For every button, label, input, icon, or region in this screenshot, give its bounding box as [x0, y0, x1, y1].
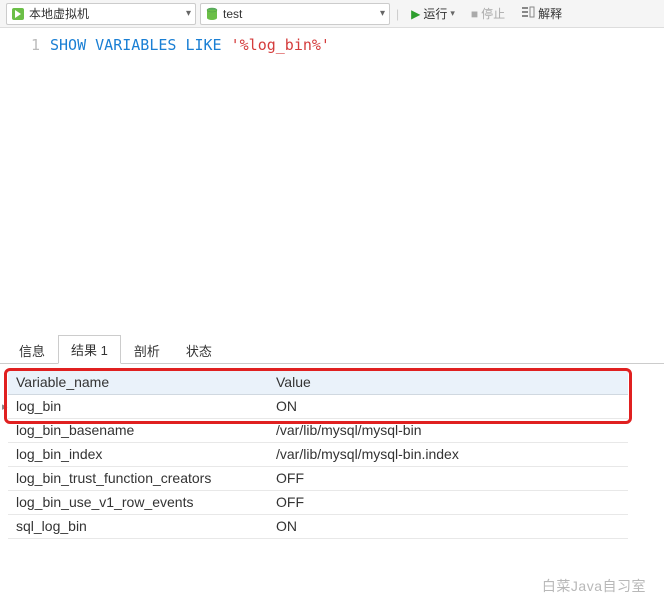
connection-icon — [11, 7, 25, 21]
sql-keyword: SHOW — [50, 36, 86, 54]
sql-string: '%log_bin%' — [231, 36, 330, 54]
table-header-row: Variable_name Value — [8, 370, 628, 394]
explain-icon — [521, 5, 535, 22]
cell-value[interactable]: OFF — [268, 466, 628, 490]
cell-variable-name[interactable]: log_bin_index — [8, 442, 268, 466]
table-row[interactable]: log_bin_index /var/lib/mysql/mysql-bin.i… — [8, 442, 628, 466]
stop-label: 停止 — [481, 5, 505, 22]
explain-label: 解释 — [538, 5, 562, 22]
cell-variable-name[interactable]: log_bin_use_v1_row_events — [8, 490, 268, 514]
code-area[interactable]: SHOW VARIABLES LIKE '%log_bin%' — [50, 28, 664, 338]
cell-variable-name[interactable]: sql_log_bin — [8, 514, 268, 538]
play-icon: ▶ — [411, 7, 420, 21]
database-icon — [205, 7, 219, 21]
table-row[interactable]: log_bin ON — [8, 394, 628, 418]
column-header[interactable]: Value — [268, 370, 628, 394]
toolbar: 本地虚拟机 ▾ test ▾ | ▶ 运行 ▾ ■ 停止 解释 — [0, 0, 664, 28]
results-table[interactable]: Variable_name Value log_bin ON log_bin_b… — [8, 370, 628, 539]
line-gutter: 1 — [0, 28, 50, 338]
chevron-down-icon: ▾ — [186, 8, 191, 19]
row-indicator-icon: ▸ — [2, 400, 8, 413]
cell-variable-name[interactable]: log_bin_basename — [8, 418, 268, 442]
sql-keyword: LIKE — [185, 36, 221, 54]
explain-button[interactable]: 解释 — [515, 3, 568, 25]
cell-variable-name[interactable]: log_bin_trust_function_creators — [8, 466, 268, 490]
tab-result[interactable]: 结果 1 — [58, 335, 121, 364]
table-row[interactable]: log_bin_basename /var/lib/mysql/mysql-bi… — [8, 418, 628, 442]
line-number: 1 — [0, 36, 40, 54]
database-dropdown[interactable]: test ▾ — [200, 3, 390, 25]
result-tabs: 信息 结果 1 剖析 状态 — [0, 338, 664, 364]
stop-button: ■ 停止 — [465, 3, 511, 25]
separator: | — [396, 7, 399, 21]
cell-value[interactable]: /var/lib/mysql/mysql-bin.index — [268, 442, 628, 466]
sql-keyword: VARIABLES — [95, 36, 176, 54]
watermark: 白菜Java自习室 — [542, 576, 646, 596]
column-header[interactable]: Variable_name — [8, 370, 268, 394]
run-button[interactable]: ▶ 运行 ▾ — [405, 3, 461, 25]
cell-value[interactable]: ON — [268, 514, 628, 538]
stop-icon: ■ — [471, 7, 478, 21]
chevron-down-icon: ▾ — [380, 8, 385, 19]
table-row[interactable]: log_bin_use_v1_row_events OFF — [8, 490, 628, 514]
cell-value[interactable]: ON — [268, 394, 628, 418]
results-panel: Variable_name Value log_bin ON log_bin_b… — [0, 364, 664, 547]
table-row[interactable]: sql_log_bin ON — [8, 514, 628, 538]
run-label: 运行 — [423, 5, 447, 22]
cell-value[interactable]: OFF — [268, 490, 628, 514]
tab-info[interactable]: 信息 — [6, 336, 58, 364]
chevron-down-icon: ▾ — [450, 8, 455, 19]
connection-dropdown[interactable]: 本地虚拟机 ▾ — [6, 3, 196, 25]
connection-label: 本地虚拟机 — [29, 5, 182, 22]
tab-status[interactable]: 状态 — [173, 336, 225, 364]
cell-variable-name[interactable]: log_bin — [8, 394, 268, 418]
tab-analyze[interactable]: 剖析 — [121, 336, 173, 364]
database-label: test — [223, 7, 376, 21]
table-row[interactable]: log_bin_trust_function_creators OFF — [8, 466, 628, 490]
cell-value[interactable]: /var/lib/mysql/mysql-bin — [268, 418, 628, 442]
sql-editor[interactable]: 1 SHOW VARIABLES LIKE '%log_bin%' — [0, 28, 664, 338]
